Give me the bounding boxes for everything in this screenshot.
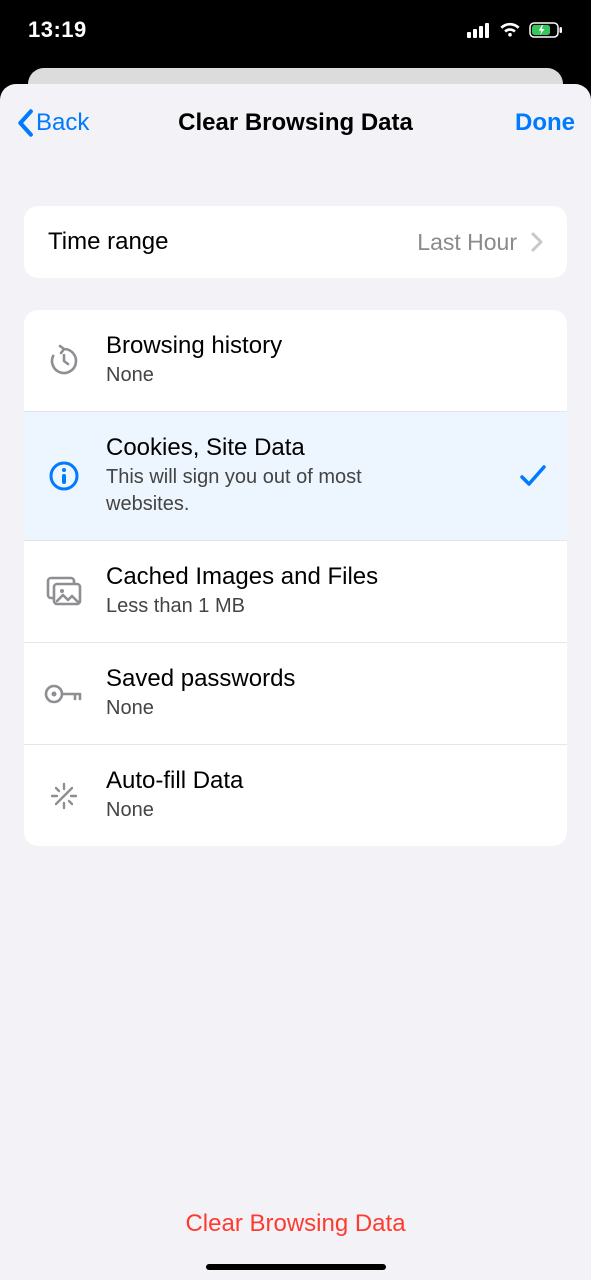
back-label: Back (36, 109, 89, 137)
chevron-left-icon (16, 109, 34, 137)
time-range-label: Time range (48, 228, 417, 256)
status-bar: 13:19 (0, 0, 591, 60)
time-range-value: Last Hour (417, 229, 517, 256)
data-types-group: Browsing history None Cookies, Site Data… (24, 310, 567, 846)
row-cached-images[interactable]: Cached Images and Files Less than 1 MB (24, 540, 567, 642)
info-icon (44, 456, 84, 496)
row-subtitle: This will sign you out of most websites. (106, 464, 426, 518)
key-icon (44, 674, 84, 714)
row-title: Saved passwords (106, 665, 547, 693)
battery-charging-icon (529, 22, 563, 38)
cellular-icon (467, 22, 491, 38)
nav-bar: Back Clear Browsing Data Done (0, 84, 591, 162)
clear-browsing-data-button[interactable]: Clear Browsing Data (0, 1210, 591, 1238)
page-title: Clear Browsing Data (178, 109, 413, 137)
modal-sheet: Back Clear Browsing Data Done Time range… (0, 84, 591, 1280)
chevron-right-icon (531, 232, 543, 252)
time-range-row[interactable]: Time range Last Hour (24, 206, 567, 278)
wifi-icon (499, 22, 521, 38)
row-subtitle: None (106, 695, 426, 722)
status-icons (467, 22, 563, 38)
content: Time range Last Hour Browsing history No… (0, 162, 591, 1280)
row-subtitle: None (106, 362, 426, 389)
images-icon (44, 572, 84, 612)
row-title: Browsing history (106, 332, 547, 360)
row-title: Cached Images and Files (106, 563, 547, 591)
row-autofill[interactable]: Auto-fill Data None (24, 744, 567, 846)
row-title: Auto-fill Data (106, 767, 547, 795)
done-button[interactable]: Done (515, 109, 575, 137)
home-indicator[interactable] (206, 1264, 386, 1270)
row-subtitle: Less than 1 MB (106, 593, 426, 620)
checkmark-icon (519, 464, 547, 488)
time-range-group: Time range Last Hour (24, 206, 567, 278)
history-icon (44, 341, 84, 381)
row-subtitle: None (106, 797, 426, 824)
row-browsing-history[interactable]: Browsing history None (24, 310, 567, 411)
status-time: 13:19 (28, 17, 87, 43)
row-title: Cookies, Site Data (106, 434, 519, 462)
row-cookies[interactable]: Cookies, Site Data This will sign you ou… (24, 411, 567, 540)
row-saved-passwords[interactable]: Saved passwords None (24, 642, 567, 744)
back-button[interactable]: Back (16, 109, 89, 137)
autofill-icon (44, 776, 84, 816)
